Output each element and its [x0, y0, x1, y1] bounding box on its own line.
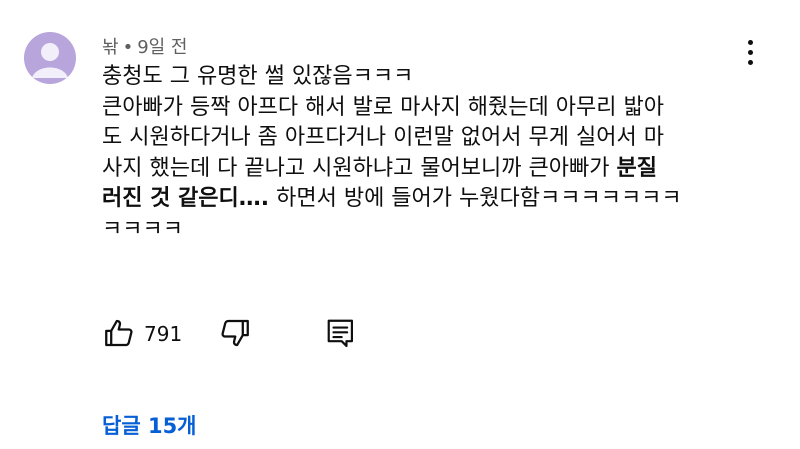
comment-line-5: 러진 것 같은디…. 하면서 방에 들어가 누웠다함ㅋㅋㅋㅋㅋㅋㅋ: [102, 184, 742, 215]
comment-text: 충청도 그 유명한 썰 있잖음ㅋㅋㅋ 큰아빠가 등짝 아프다 해서 발로 마사지…: [102, 62, 742, 245]
meta-separator: •: [122, 37, 134, 58]
like-count: 791: [144, 322, 183, 346]
comment-bold-text-1: 분질: [616, 155, 657, 181]
thumb-up-icon: [105, 319, 133, 347]
comment-line-3: 도 시원하다거나 좀 아프다거나 이런말 없어서 무게 실어서 마: [102, 125, 664, 150]
thumb-down-icon: [221, 319, 249, 347]
comment-line-4-text: 사지 했는데 다 끝나고 시원하냐고 물어보니까 큰아빠가: [102, 155, 617, 181]
avatar-icon[interactable]: [24, 32, 76, 84]
comment-timestamp[interactable]: 9일 전: [137, 37, 187, 58]
like-button[interactable]: [102, 316, 136, 354]
comment-bold-text-2: 러진 것 같은디….: [102, 186, 270, 211]
comment-meta: 놖 • 9일 전: [102, 33, 187, 59]
comment-line-1: 충청도 그 유명한 썰 있잖음ㅋㅋㅋ: [102, 64, 414, 89]
comment-line-4: 사지 했는데 다 끝나고 시원하냐고 물어보니까 큰아빠가 분질: [102, 154, 742, 185]
comment-thread: 놖 • 9일 전 충청도 그 유명한 썰 있잖음ㅋㅋㅋ 큰아빠가 등짝 아프다 해서…: [0, 0, 800, 449]
comment-line-2: 큰아빠가 등짝 아프다 해서 발로 마사지 해줬는데 아무리 밟아: [102, 94, 664, 120]
reply-comment-icon: [327, 319, 353, 348]
comment-line-5-text: 하면서 방에 들어가 누웠다함ㅋㅋㅋㅋㅋㅋㅋ: [269, 186, 682, 211]
reply-button[interactable]: [326, 316, 356, 354]
dislike-button[interactable]: [218, 316, 252, 354]
view-replies-link[interactable]: 답글 15개: [102, 410, 197, 440]
comment-line-6: ㅋㅋㅋㅋ: [102, 216, 183, 242]
author-name[interactable]: 놖: [102, 37, 119, 58]
